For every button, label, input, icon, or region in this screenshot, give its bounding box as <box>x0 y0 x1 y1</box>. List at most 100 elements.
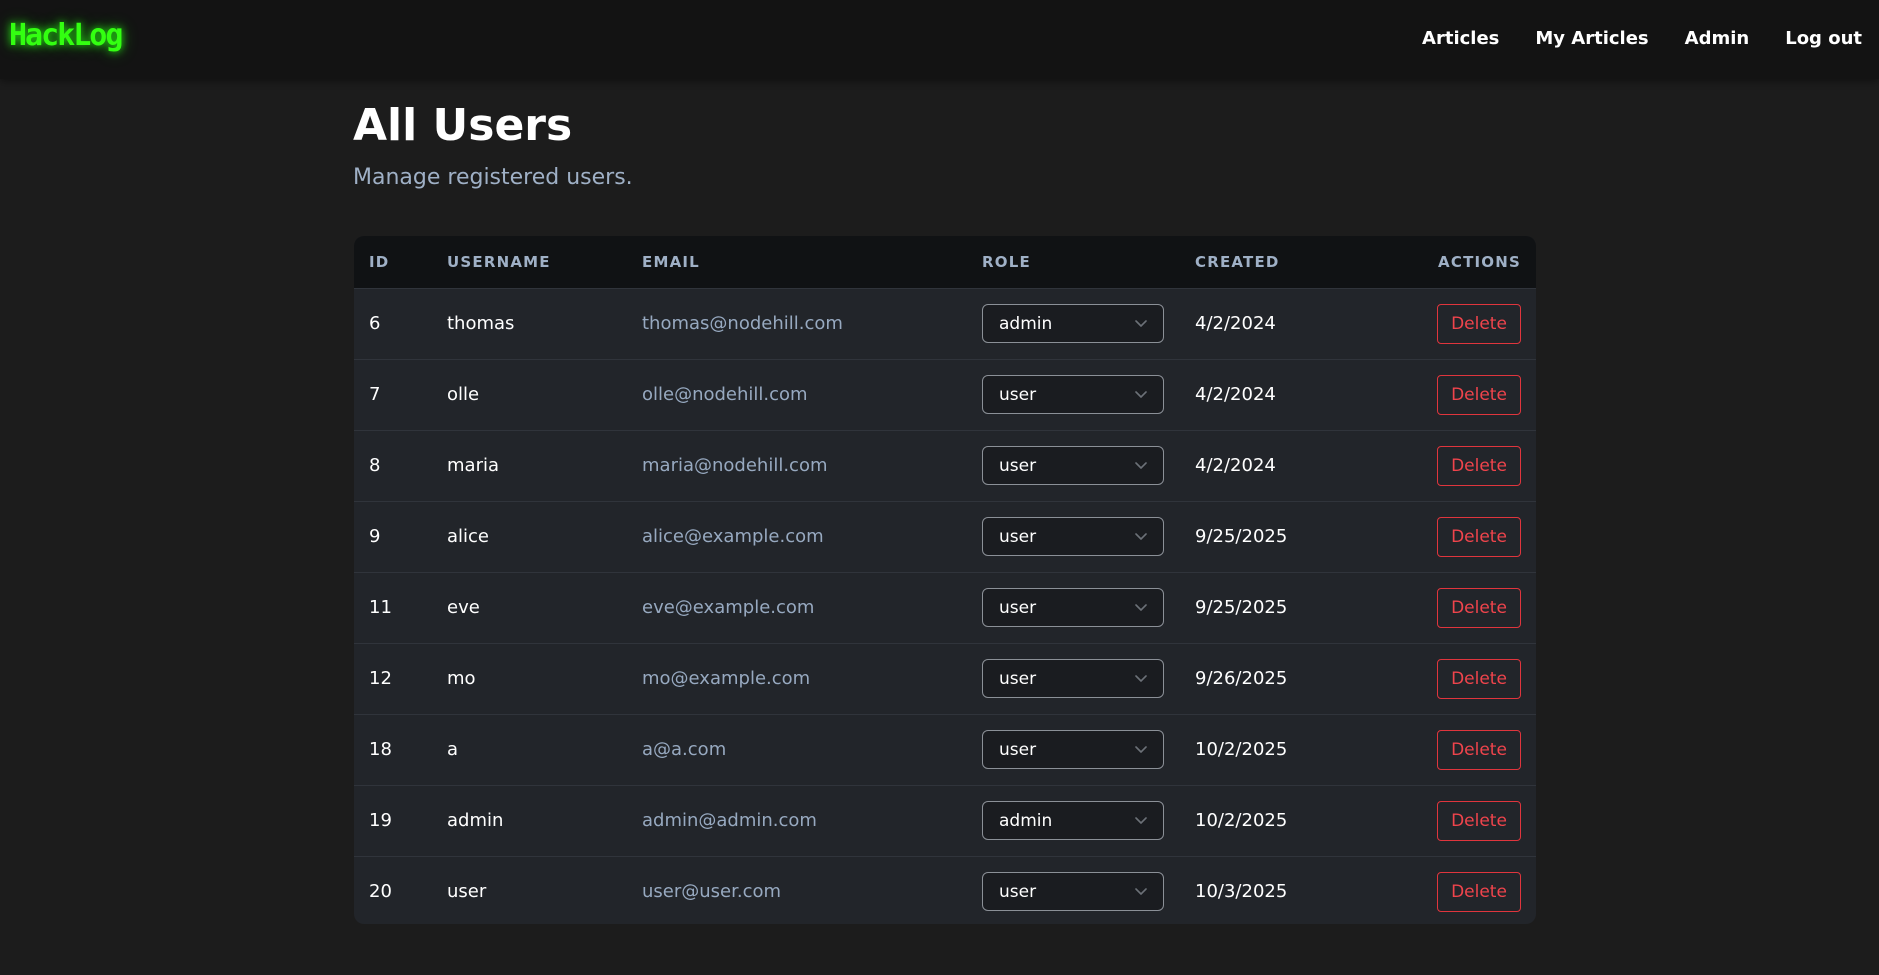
user-created: 10/2/2025 <box>1195 739 1288 760</box>
chevron-down-icon <box>1135 533 1147 540</box>
user-created: 9/25/2025 <box>1195 526 1288 547</box>
user-email: mo@example.com <box>642 668 811 689</box>
role-select[interactable]: user <box>982 446 1164 485</box>
delete-button[interactable]: Delete <box>1437 871 1521 912</box>
user-username: maria <box>447 455 499 476</box>
user-username: alice <box>447 526 490 547</box>
column-header-email[interactable]: EMAIL <box>627 236 967 288</box>
logo[interactable]: HackLog <box>9 18 123 53</box>
role-select-value: user <box>999 881 1037 902</box>
column-header-actions: ACTIONS <box>1438 252 1521 271</box>
user-actions-cell: Delete <box>1370 714 1536 785</box>
users-table-container: ID USERNAME EMAIL ROLE CREATED ACTIONS 6… <box>354 236 1536 924</box>
user-actions-cell: Delete <box>1370 643 1536 714</box>
delete-button[interactable]: Delete <box>1437 658 1521 699</box>
role-select[interactable]: user <box>982 375 1164 414</box>
user-email: olle@nodehill.com <box>642 384 808 405</box>
user-role-cell: user <box>967 430 1180 501</box>
user-id: 11 <box>369 597 392 618</box>
user-email: maria@nodehill.com <box>642 455 828 476</box>
role-select[interactable]: user <box>982 730 1164 769</box>
user-role-cell: admin <box>967 288 1180 359</box>
user-username: user <box>447 881 487 903</box>
user-email: admin@admin.com <box>642 810 817 831</box>
role-select[interactable]: user <box>982 517 1164 556</box>
user-id: 7 <box>369 384 381 405</box>
user-actions-cell: Delete <box>1370 856 1536 924</box>
user-actions-cell: Delete <box>1370 501 1536 572</box>
user-created: 4/2/2024 <box>1195 384 1276 405</box>
user-actions-cell: Delete <box>1370 785 1536 856</box>
chevron-down-icon <box>1135 604 1147 611</box>
user-id: 12 <box>369 668 392 689</box>
chevron-down-icon <box>1135 462 1147 469</box>
user-id: 8 <box>369 455 381 476</box>
user-id: 20 <box>369 881 392 903</box>
column-header-id[interactable]: ID <box>354 236 432 288</box>
page-title: All Users <box>353 100 573 151</box>
user-role-cell: user <box>967 643 1180 714</box>
delete-button[interactable]: Delete <box>1437 374 1521 415</box>
column-header-created[interactable]: CREATED <box>1180 236 1370 288</box>
nav-link-admin[interactable]: Admin <box>1685 28 1750 49</box>
page-subtitle: Manage registered users. <box>353 165 633 190</box>
delete-button[interactable]: Delete <box>1437 729 1521 770</box>
delete-button[interactable]: Delete <box>1437 516 1521 557</box>
navbar: HackLog Articles My Articles Admin Log o… <box>0 0 1879 79</box>
user-username: thomas <box>447 313 515 334</box>
delete-button[interactable]: Delete <box>1437 800 1521 841</box>
user-email: eve@example.com <box>642 597 815 618</box>
role-select[interactable]: user <box>982 659 1164 698</box>
table-row: 7 olle olle@nodehill.com user 4/2/2024 Delete <box>354 359 1536 430</box>
table-row: 6 thomas thomas@nodehill.com admin 4/2/2024 D… <box>354 288 1536 359</box>
chevron-down-icon <box>1135 320 1147 327</box>
role-select-value: user <box>999 668 1037 689</box>
role-select[interactable]: user <box>982 872 1164 912</box>
user-role-cell: user <box>967 856 1180 924</box>
user-role-cell: admin <box>967 785 1180 856</box>
user-username: a <box>447 739 459 760</box>
user-actions-cell: Delete <box>1370 572 1536 643</box>
table-row: 9 alice alice@example.com user 9/25/2025 Dele… <box>354 501 1536 572</box>
table-row: 19 admin admin@admin.com admin 10/2/2025 Dele… <box>354 785 1536 856</box>
role-select[interactable]: user <box>982 588 1164 627</box>
role-select-value: admin <box>999 313 1053 334</box>
role-select[interactable]: admin <box>982 801 1164 840</box>
user-actions-cell: Delete <box>1370 288 1536 359</box>
nav-link-logout[interactable]: Log out <box>1785 28 1862 49</box>
role-select[interactable]: admin <box>982 304 1164 343</box>
table-body: 6 thomas thomas@nodehill.com admin 4/2/2024 D… <box>354 288 1536 924</box>
user-actions-cell: Delete <box>1370 359 1536 430</box>
delete-button[interactable]: Delete <box>1437 445 1521 486</box>
nav-link-my-articles[interactable]: My Articles <box>1535 28 1648 49</box>
column-header-username[interactable]: USERNAME <box>432 236 627 288</box>
table-row: 8 maria maria@nodehill.com user 4/2/2024 Dele… <box>354 430 1536 501</box>
delete-button[interactable]: Delete <box>1437 303 1521 344</box>
user-created: 10/3/2025 <box>1195 881 1288 903</box>
table-row: 12 mo mo@example.com user 9/26/2025 Delete <box>354 643 1536 714</box>
user-username: eve <box>447 597 480 618</box>
users-table: ID USERNAME EMAIL ROLE CREATED ACTIONS 6… <box>354 236 1536 924</box>
user-created: 10/2/2025 <box>1195 810 1288 831</box>
table-row: 20 user user@user.com user 10/3/2025 Delete <box>354 856 1536 924</box>
chevron-down-icon <box>1135 888 1147 896</box>
user-role-cell: user <box>967 714 1180 785</box>
user-created: 4/2/2024 <box>1195 313 1276 334</box>
role-select-value: user <box>999 597 1037 618</box>
user-username: olle <box>447 384 480 405</box>
role-select-value: user <box>999 384 1037 405</box>
user-role-cell: user <box>967 572 1180 643</box>
user-role-cell: user <box>967 501 1180 572</box>
user-username: admin <box>447 810 504 831</box>
user-created: 4/2/2024 <box>1195 455 1276 476</box>
user-role-cell: user <box>967 359 1180 430</box>
chevron-down-icon <box>1135 391 1147 398</box>
role-select-value: admin <box>999 810 1053 831</box>
delete-button[interactable]: Delete <box>1437 587 1521 628</box>
user-id: 6 <box>369 313 381 334</box>
column-header-role[interactable]: ROLE <box>967 236 1180 288</box>
user-email: user@user.com <box>642 881 782 903</box>
table-row: 18 a a@a.com user 10/2/2025 Delete <box>354 714 1536 785</box>
nav-link-articles[interactable]: Articles <box>1422 28 1499 49</box>
user-id: 9 <box>369 526 381 547</box>
